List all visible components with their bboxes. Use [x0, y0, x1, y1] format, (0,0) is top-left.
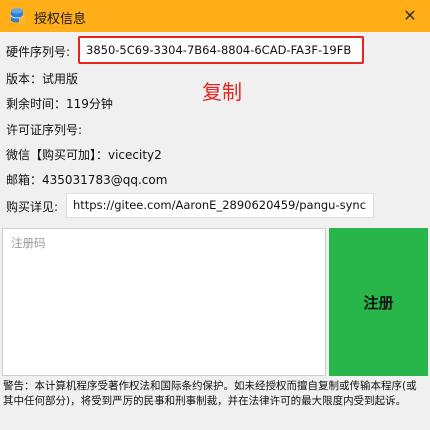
registration-code-input[interactable]: 注册码	[2, 228, 326, 376]
serial-label: 硬件序列号:	[6, 45, 71, 59]
wechat-text: 微信【购买可加】：vicecity2	[6, 148, 162, 162]
close-button[interactable]: ✕	[400, 6, 420, 26]
window-title: 授权信息	[34, 12, 87, 27]
copy-button[interactable]: 复制	[202, 76, 242, 105]
register-button-label: 注册	[363, 293, 394, 312]
email-text: 邮箱：435031783@qq.com	[6, 173, 168, 187]
license-serial-label: 许可证序列号:	[6, 123, 83, 137]
purchase-label: 购买详见:	[6, 200, 59, 214]
copyright-warning: 警告：本计算机程序受著作权法和国际条约保护。如未经授权而擅自复制或传输本程序(或…	[3, 380, 417, 407]
version-text: 版本：试用版	[6, 72, 79, 86]
remaining-time-text: 剩余时间：119分钟	[6, 97, 113, 111]
register-button[interactable]: 注册	[329, 228, 428, 376]
title-bar: 授权信息 ✕	[0, 0, 430, 32]
close-icon[interactable]: ✕	[403, 6, 416, 25]
serial-number-field[interactable]: 3850-5C69-3304-7B64-8804-6CAD-FA3F-19FB	[78, 36, 364, 64]
database-icon	[10, 8, 26, 24]
purchase-url-field[interactable]: https://gitee.com/AaronE_2890620459/pang…	[66, 193, 374, 218]
